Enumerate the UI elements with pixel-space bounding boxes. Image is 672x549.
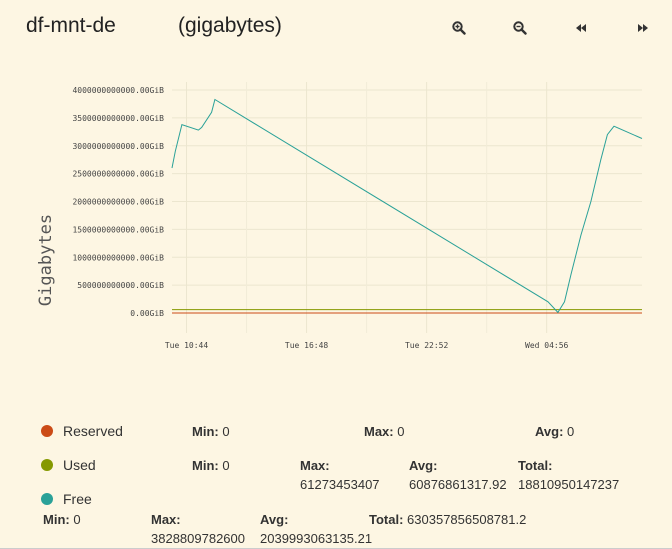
rewind-icon — [576, 24, 586, 32]
reserved-min-stat: Min: 0 — [192, 424, 230, 439]
chart-grid — [172, 82, 642, 333]
y-tick-label: 1000000000000.00GiB — [72, 253, 164, 262]
disk-usage-chart: 4000000000000.00GiB 3500000000000.00GiB 30… — [36, 82, 643, 350]
scroll-forward-button[interactable] — [631, 16, 655, 40]
fast-forward-icon — [638, 24, 648, 32]
reserved-avg-stat: Avg: 0 — [535, 424, 575, 439]
zoom-out-button[interactable] — [508, 16, 532, 40]
x-tick-label: Tue 22:52 — [405, 341, 449, 350]
free-avg-stat: Avg: 2039993063135.21 — [260, 512, 373, 546]
free-total-stat: Total: 630357856508781.2 — [369, 512, 527, 527]
chart-title: df-mnt-de — [26, 14, 116, 37]
series-line-free — [171, 98, 643, 314]
series-lines — [171, 98, 643, 314]
zoom-in-icon — [452, 21, 466, 35]
zoom-in-button[interactable] — [447, 16, 471, 40]
used-max-stat: Max: 61273453407 — [300, 458, 380, 492]
y-tick-label: 4000000000000.00GiB — [72, 86, 164, 95]
x-tick-label: Wed 04:56 — [525, 341, 569, 350]
legend-swatch-free — [41, 493, 53, 505]
zoom-out-icon — [513, 21, 527, 35]
legend-label-free[interactable]: Free — [63, 491, 92, 507]
legend-swatch-used — [41, 459, 53, 471]
y-tick-label: 0.00GiB — [130, 309, 164, 318]
free-min-stat: Min: 0 — [43, 512, 81, 527]
y-tick-label: 500000000000.00GiB — [77, 281, 164, 290]
x-axis: Tue 10:44 Tue 16:48 Tue 22:52 Wed 04:56 — [165, 341, 569, 350]
used-total-stat: Total: 18810950147237 — [518, 458, 620, 492]
free-max-stat: Max: 3828809782600 — [151, 512, 245, 546]
legend-swatch-reserved — [41, 425, 53, 437]
y-tick-label: 3000000000000.00GiB — [72, 142, 164, 151]
legend-label-reserved[interactable]: Reserved — [63, 423, 123, 439]
legend-label-used[interactable]: Used — [63, 457, 96, 473]
y-axis: 4000000000000.00GiB 3500000000000.00GiB 30… — [72, 86, 164, 318]
y-tick-label: 2000000000000.00GiB — [72, 198, 164, 207]
y-tick-label: 2500000000000.00GiB — [72, 170, 164, 179]
used-min-stat: Min: 0 — [192, 458, 230, 473]
reserved-max-stat: Max: 0 — [364, 424, 405, 439]
y-tick-label: 1500000000000.00GiB — [72, 225, 164, 234]
x-tick-label: Tue 16:48 — [285, 341, 329, 350]
y-axis-label: Gigabytes — [36, 214, 56, 306]
used-avg-stat: Avg: 60876861317.92 — [409, 458, 507, 492]
chart-unit-subtitle: (gigabytes) — [178, 14, 282, 37]
x-tick-label: Tue 10:44 — [165, 341, 209, 350]
y-tick-label: 3500000000000.00GiB — [72, 114, 164, 123]
scroll-back-button[interactable] — [569, 16, 593, 40]
